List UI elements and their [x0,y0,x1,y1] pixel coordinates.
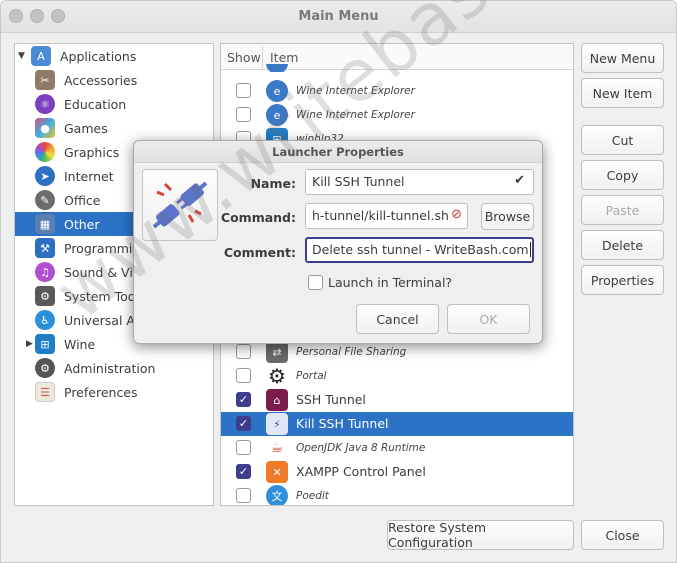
expand-arrow-icon[interactable]: ▶ [26,339,33,349]
paste-button[interactable]: Paste [581,195,664,225]
name-label: Name: [250,176,296,191]
show-checkbox[interactable] [236,107,251,122]
tree-item-administration[interactable]: ⚙ Administration [15,356,213,380]
comment-label: Comment: [223,245,296,260]
ssh-tunnel-icon: ⌂ [266,389,288,411]
accessories-icon: ✂ [35,70,55,90]
show-column-header[interactable]: Show [227,50,261,65]
list-item[interactable]: ✓ ✕ XAMPP Control Panel [221,460,573,484]
name-field[interactable]: Kill SSH Tunnel ✔ [305,169,534,195]
tree-item-preferences[interactable]: ☰ Preferences [15,380,213,404]
browse-button[interactable]: Browse [481,203,534,230]
window-title: Main Menu [298,9,379,24]
command-field[interactable]: h-tunnel/kill-tunnel.sh ⊘ [305,203,468,229]
cut-button[interactable]: Cut [581,125,664,155]
item-column-header[interactable]: Item [270,50,298,65]
copy-button[interactable]: Copy [581,160,664,190]
preferences-icon: ☰ [35,382,55,402]
list-item[interactable]: e Wine Internet Explorer [221,79,573,103]
applications-icon: A [31,46,51,66]
tree-item-games[interactable]: ● Games [15,116,213,140]
close-button[interactable]: Close [581,520,664,550]
java-icon: ☕ [266,437,288,459]
tree-item-accessories[interactable]: ✂ Accessories [15,68,213,92]
poedit-icon: 文 [266,485,288,505]
unplug-icon [152,181,208,229]
games-icon: ● [35,118,55,138]
list-item[interactable]: 文 Poedit [221,484,573,505]
sound-video-icon: ♫ [35,262,55,282]
portal-gear-icon: ⚙ [268,364,286,388]
dialog-title: Launcher Properties [134,141,542,163]
launcher-icon-button[interactable] [142,169,218,241]
list-item[interactable]: ⚙ Portal [221,364,573,388]
show-checkbox[interactable] [236,344,251,359]
tree-item-applications[interactable]: ▼ A Applications [15,44,213,68]
titlebar: Main Menu [1,1,676,33]
checkmark-icon: ✔ [514,173,525,188]
tree-item-education[interactable]: ⚛ Education [15,92,213,116]
internet-explorer-icon: e [266,104,288,126]
list-item[interactable]: e Wine Internet Explorer [221,103,573,127]
show-checkbox[interactable] [236,488,251,503]
graphics-icon [35,142,55,162]
ok-button[interactable]: OK [447,304,530,334]
unplug-icon: ⚡ [266,413,288,435]
administration-icon: ⚙ [35,358,55,378]
show-checkbox[interactable] [236,440,251,455]
programming-icon: ⚒ [35,238,55,258]
show-checkbox[interactable]: ✓ [236,464,251,479]
show-checkbox[interactable]: ✓ [236,392,251,407]
xampp-icon: ✕ [266,461,288,483]
list-item-selected[interactable]: ✓ ⚡ Kill SSH Tunnel [221,412,573,436]
list-item[interactable]: ☕ OpenJDK Java 8 Runtime [221,436,573,460]
office-icon: ✎ [35,190,55,210]
file-sharing-icon: ⇄ [266,341,288,363]
show-checkbox[interactable]: ✓ [236,416,251,431]
internet-icon: ➤ [35,166,55,186]
universal-access-icon: ♿ [35,310,55,330]
education-icon: ⚛ [35,94,55,114]
launch-in-terminal-checkbox[interactable] [308,275,323,290]
wine-icon: ⊞ [35,334,55,354]
list-item[interactable] [221,64,573,72]
show-checkbox[interactable] [236,83,251,98]
text-cursor [529,242,531,257]
new-item-button[interactable]: New Item [581,78,664,108]
comment-field[interactable]: Delete ssh tunnel - WriteBash.com [305,237,534,263]
cancel-button[interactable]: Cancel [356,304,439,334]
internet-explorer-icon: e [266,80,288,102]
restore-system-configuration-button[interactable]: Restore System Configuration [387,520,574,550]
other-icon: ▦ [35,214,55,234]
command-label: Command: [220,210,296,225]
internet-explorer-icon [266,64,288,72]
clear-error-icon[interactable]: ⊘ [451,207,462,222]
launch-in-terminal-label: Launch in Terminal? [328,275,453,290]
show-checkbox[interactable] [236,368,251,383]
delete-button[interactable]: Delete [581,230,664,260]
new-menu-button[interactable]: New Menu [581,43,664,73]
system-tools-icon: ⚙ [35,286,55,306]
list-item[interactable]: ✓ ⌂ SSH Tunnel [221,388,573,412]
expand-arrow-icon[interactable]: ▼ [18,51,25,61]
properties-button[interactable]: Properties [581,265,664,295]
launcher-properties-dialog: Launcher Properties Name: Kill SSH Tunne… [133,140,543,344]
